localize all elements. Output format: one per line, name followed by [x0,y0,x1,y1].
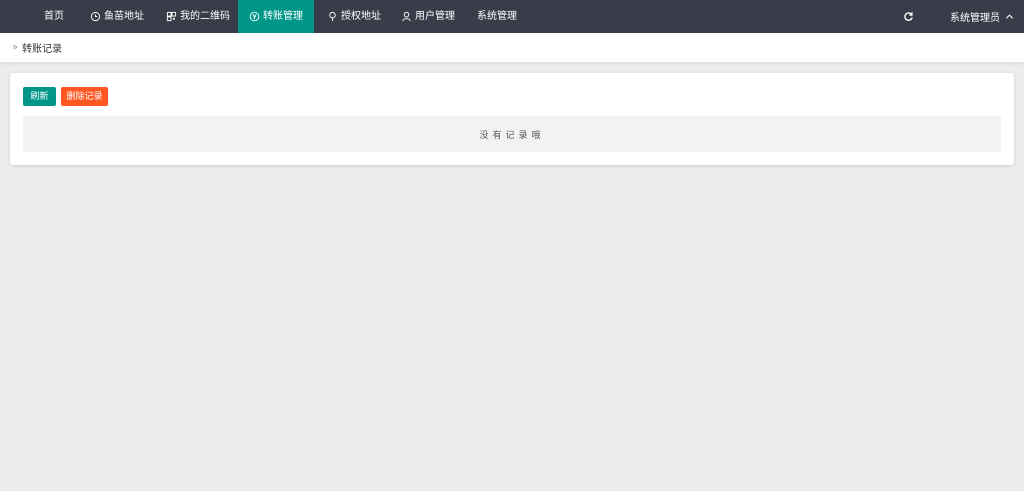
breadcrumb: » 转账记录 [0,33,1024,63]
qrcode-icon [166,11,177,22]
user-menu[interactable]: 系统管理员 [950,0,1015,33]
refresh-button[interactable]: 刷新 [23,87,56,106]
refresh-icon [903,11,914,22]
nav-item-label: 我的二维码 [180,11,230,22]
chevron-up-icon [1004,11,1015,22]
double-chevron-right-icon: » [12,42,19,53]
nav-item-label: 授权地址 [341,11,381,22]
yen-circle-icon [249,11,260,22]
clock-icon [90,11,101,22]
nav-item-label: 首页 [44,11,64,22]
user-name: 系统管理员 [950,13,1000,24]
empty-text: 没有记录哦 [479,130,545,141]
nav-item-transfer-management[interactable]: 转账管理 [238,0,314,33]
nav-item-my-qrcode[interactable]: 我的二维码 [160,0,236,33]
nav-item-auth-address[interactable]: 授权地址 [321,0,387,33]
delete-records-button[interactable]: 删除记录 [61,87,108,106]
nav-item-label: 用户管理 [415,11,455,22]
nav-item-fry-address[interactable]: 鱼苗地址 [84,0,150,33]
nav-item-home[interactable]: 首页 [38,0,70,33]
top-nav-bar: 首页 鱼苗地址 我的二维码 转账管理 授权地址 用户管理 系统管理 系统管理员 [0,0,1024,33]
nav-item-label: 转账管理 [263,11,303,22]
nav-item-user-management[interactable]: 用户管理 [395,0,461,33]
breadcrumb-current: 转账记录 [22,44,63,55]
content-card: 刷新 删除记录 没有记录哦 [10,73,1014,165]
location-pin-icon [327,11,338,22]
user-icon [401,11,412,22]
nav-item-label: 鱼苗地址 [104,11,144,22]
refresh-page-button[interactable] [900,0,916,33]
nav-item-label: 系统管理 [477,11,517,22]
empty-table-placeholder: 没有记录哦 [23,116,1001,152]
nav-item-system-management[interactable]: 系统管理 [471,0,523,33]
